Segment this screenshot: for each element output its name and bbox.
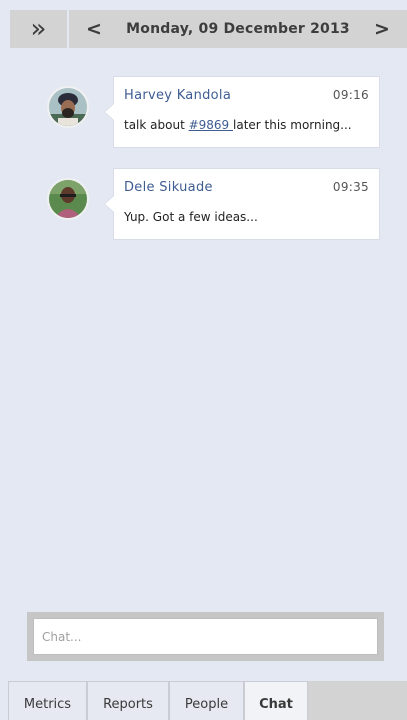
message-author[interactable]: Dele Sikuade xyxy=(124,180,213,195)
collapse-panel-button[interactable]: » xyxy=(10,10,67,48)
current-date-label: Monday, 09 December 2013 xyxy=(126,21,350,37)
top-bar: » < Monday, 09 December 2013 > xyxy=(0,0,407,56)
message-text: Yup. Got a few ideas... xyxy=(124,210,258,224)
message-bubble: Dele Sikuade 09:35 Yup. Got a few ideas.… xyxy=(104,168,380,240)
next-day-button[interactable]: > xyxy=(365,10,399,48)
tab-bar-filler xyxy=(308,681,407,720)
user-avatar-icon xyxy=(49,180,87,218)
avatar[interactable] xyxy=(47,86,89,128)
date-navigation-bar: < Monday, 09 December 2013 > xyxy=(69,10,407,48)
user-avatar-icon xyxy=(49,88,87,126)
double-chevron-right-icon: » xyxy=(30,14,47,44)
chat-input[interactable] xyxy=(33,618,378,655)
message-text: talk about #9869 later this morning... xyxy=(124,118,352,132)
message-text-after: later this morning... xyxy=(233,118,352,132)
message-time: 09:16 xyxy=(332,88,369,102)
chat-input-frame xyxy=(27,612,384,661)
previous-day-button[interactable]: < xyxy=(77,10,111,48)
message-text-before: talk about xyxy=(124,118,189,132)
message-author[interactable]: Harvey Kandola xyxy=(124,88,231,103)
chevron-right-icon: > xyxy=(374,18,390,40)
chevron-left-icon: < xyxy=(86,18,102,40)
message-bubble: Harvey Kandola 09:16 talk about #9869 la… xyxy=(104,76,380,148)
tab-chat[interactable]: Chat xyxy=(244,681,308,720)
avatar[interactable] xyxy=(47,178,89,220)
tab-metrics[interactable]: Metrics xyxy=(8,681,87,720)
bottom-tab-bar: Metrics Reports People Chat xyxy=(8,681,407,720)
tab-people[interactable]: People xyxy=(169,681,244,720)
tab-reports[interactable]: Reports xyxy=(87,681,169,720)
issue-link[interactable]: #9869 xyxy=(189,118,233,132)
message-time: 09:35 xyxy=(332,180,369,194)
